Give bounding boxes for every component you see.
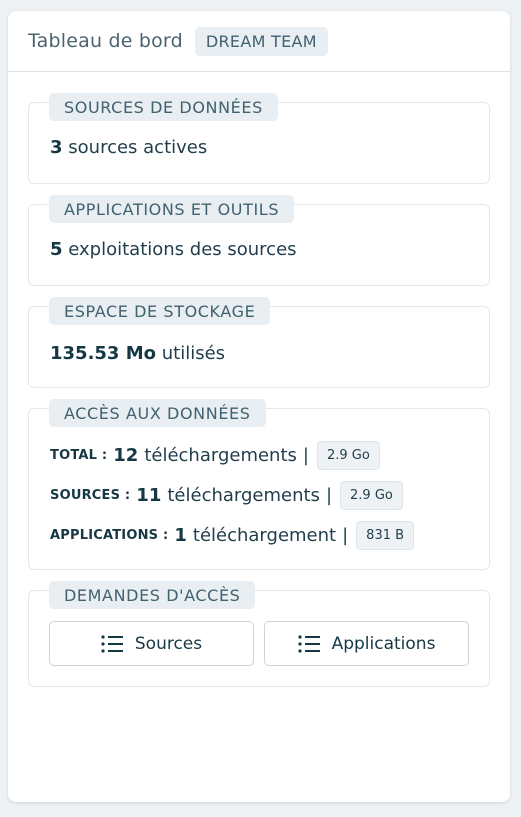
- panel-header: Tableau de bord DREAM TEAM: [8, 11, 510, 72]
- storage-summary: 135.53 Mo utilisés: [50, 343, 225, 364]
- section-label: ESPACE DE STOCKAGE: [49, 297, 271, 325]
- data-sources-section: SOURCES DE DONNÉES 3 sources actives: [28, 93, 490, 184]
- size-badge: 831 B: [356, 521, 415, 550]
- access-text: téléchargement: [192, 525, 337, 546]
- sources-summary: 3 sources actives: [50, 137, 207, 158]
- button-label: Applications: [331, 633, 436, 654]
- section-label: DEMANDES D'ACCÈS: [49, 581, 256, 609]
- applications-requests-button[interactable]: Applications: [264, 621, 469, 666]
- button-label: Sources: [134, 633, 203, 654]
- section-label: ACCÈS AUX DONNÉES: [49, 399, 266, 427]
- access-row-sources: SOURCES : 11 téléchargements | 2.9 Go: [50, 481, 403, 510]
- storage-section: ESPACE DE STOCKAGE 135.53 Mo utilisés: [28, 297, 490, 388]
- access-key: SOURCES :: [50, 488, 131, 503]
- applications-summary: 5 exploitations des sources: [50, 239, 297, 260]
- applications-text: exploitations des sources: [68, 239, 297, 260]
- access-count: 12: [113, 445, 139, 466]
- applications-count: 5: [50, 239, 63, 260]
- access-count: 11: [136, 485, 162, 506]
- section-label: APPLICATIONS ET OUTILS: [49, 195, 295, 223]
- access-text: téléchargements: [167, 485, 320, 506]
- separator: |: [342, 525, 349, 546]
- access-key: TOTAL :: [50, 448, 108, 463]
- storage-text: utilisés: [161, 343, 226, 364]
- storage-value: 135.53 Mo: [50, 343, 157, 364]
- data-access-section: ACCÈS AUX DONNÉES TOTAL : 12 téléchargem…: [28, 399, 490, 570]
- list-icon: [297, 634, 320, 653]
- page-title: Tableau de bord: [28, 30, 183, 52]
- section-label: SOURCES DE DONNÉES: [49, 93, 278, 121]
- size-badge: 2.9 Go: [316, 441, 380, 470]
- team-badge: DREAM TEAM: [194, 26, 328, 56]
- sources-requests-button[interactable]: Sources: [49, 621, 254, 666]
- applications-section: APPLICATIONS ET OUTILS 5 exploitations d…: [28, 195, 490, 286]
- size-badge: 2.9 Go: [340, 481, 403, 510]
- access-requests-section: DEMANDES D'ACCÈS Sources Applications: [28, 581, 490, 687]
- sources-count: 3: [50, 137, 63, 158]
- access-text: téléchargements: [144, 445, 297, 466]
- dashboard-panel: Tableau de bord DREAM TEAM SOURCES DE DO…: [8, 11, 510, 802]
- access-key: APPLICATIONS :: [50, 528, 169, 543]
- access-row-applications: APPLICATIONS : 1 téléchargement | 831 B: [50, 521, 415, 550]
- access-row-total: TOTAL : 12 téléchargements | 2.9 Go: [50, 441, 380, 470]
- separator: |: [325, 485, 333, 506]
- list-icon: [101, 634, 123, 653]
- separator: |: [302, 445, 309, 466]
- sources-text: sources actives: [68, 137, 208, 158]
- access-count: 1: [174, 525, 187, 546]
